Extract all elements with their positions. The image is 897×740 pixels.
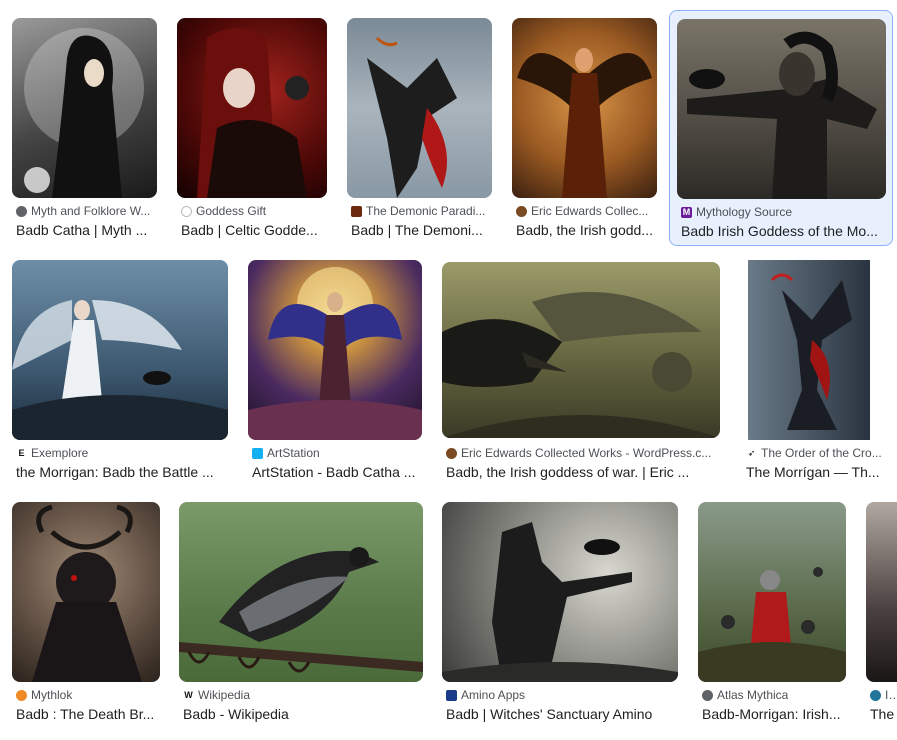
result-image[interactable] <box>248 260 422 440</box>
mythlok-icon <box>16 689 27 701</box>
result-title[interactable]: Badb | Celtic Godde... <box>181 222 326 238</box>
result-source[interactable]: Eric Edwards Collec... <box>531 204 648 218</box>
result-card[interactable]: Ire The <box>864 500 897 728</box>
result-card[interactable]: E Exemplore the Morrigan: Badb the Battl… <box>10 258 232 486</box>
globe-icon <box>16 205 27 217</box>
result-card[interactable]: ➶ The Order of the Cro... The Morrígan —… <box>740 258 890 486</box>
result-title[interactable]: Badb, the Irish goddess of war. | Eric .… <box>446 464 696 480</box>
result-title[interactable]: Badb | The Demoni... <box>351 222 491 238</box>
result-image[interactable] <box>12 260 228 440</box>
result-source[interactable]: Mythology Source <box>696 205 792 219</box>
result-title[interactable]: Badb Catha | Myth ... <box>16 222 156 238</box>
result-source[interactable]: Atlas Mythica <box>717 688 788 702</box>
result-card[interactable]: Myth and Folklore W... Badb Catha | Myth… <box>10 16 160 244</box>
result-image[interactable] <box>512 18 657 198</box>
result-card[interactable]: Atlas Mythica Badb-Morrigan: Irish... <box>696 500 851 728</box>
result-card[interactable]: Eric Edwards Collec... Badb, the Irish g… <box>510 16 660 244</box>
eric-edwards-icon <box>516 205 527 217</box>
result-title[interactable]: Badb Irish Goddess of the Mo... <box>681 223 886 239</box>
result-image[interactable] <box>698 502 846 682</box>
wordpress-icon <box>870 689 881 701</box>
goddess-gift-icon <box>181 205 192 217</box>
result-source[interactable]: The Order of the Cro... <box>761 446 882 460</box>
result-title[interactable]: Badb | Witches' Sanctuary Amino <box>446 706 676 722</box>
exemplore-icon: E <box>16 447 27 459</box>
result-image[interactable] <box>442 502 678 682</box>
result-card[interactable]: ArtStation ArtStation - Badb Catha ... <box>246 258 426 486</box>
result-card[interactable]: Mythlok Badb : The Death Br... <box>10 500 165 728</box>
result-source[interactable]: Myth and Folklore W... <box>31 204 150 218</box>
result-card[interactable]: M Mythology Source Badb Irish Goddess of… <box>669 10 893 246</box>
result-image[interactable] <box>866 502 897 682</box>
crow-icon: ➶ <box>747 447 756 458</box>
wikipedia-icon: W <box>183 689 194 701</box>
result-image[interactable] <box>677 19 886 199</box>
mythology-source-icon: M <box>681 206 692 218</box>
result-image[interactable] <box>12 18 157 198</box>
result-source[interactable]: Eric Edwards Collected Works - WordPress… <box>461 446 711 460</box>
result-source[interactable]: Goddess Gift <box>196 204 266 218</box>
result-title[interactable]: the Morrigan: Badb the Battle ... <box>16 464 226 480</box>
globe-icon <box>702 689 713 701</box>
eric-edwards-icon <box>446 447 457 459</box>
result-image[interactable] <box>442 262 720 438</box>
result-title[interactable]: Badb-Morrigan: Irish... <box>702 706 842 722</box>
result-title[interactable]: ArtStation - Badb Catha ... <box>252 464 422 480</box>
result-image[interactable] <box>742 260 884 440</box>
result-source[interactable]: Amino Apps <box>461 688 525 702</box>
result-source[interactable]: The Demonic Paradi... <box>366 204 485 218</box>
artstation-icon <box>252 447 263 459</box>
result-title[interactable]: Badb, the Irish godd... <box>516 222 656 238</box>
result-card[interactable]: Eric Edwards Collected Works - WordPress… <box>440 258 725 486</box>
result-source[interactable]: Ire <box>885 688 897 702</box>
result-title[interactable]: Badb - Wikipedia <box>183 706 421 722</box>
result-card[interactable]: Goddess Gift Badb | Celtic Godde... <box>175 16 330 244</box>
result-image[interactable] <box>177 18 327 198</box>
result-source[interactable]: ArtStation <box>267 446 320 460</box>
result-card[interactable]: W Wikipedia Badb - Wikipedia <box>177 500 427 728</box>
result-card[interactable]: The Demonic Paradi... Badb | The Demoni.… <box>345 16 495 244</box>
result-image[interactable] <box>179 502 423 682</box>
result-source[interactable]: Exemplore <box>31 446 88 460</box>
result-title[interactable]: The Morrígan — Th... <box>746 464 881 480</box>
result-image[interactable] <box>12 502 160 682</box>
result-source[interactable]: Wikipedia <box>198 688 250 702</box>
result-image[interactable] <box>347 18 492 198</box>
amino-icon <box>446 689 457 701</box>
result-title[interactable]: The <box>870 706 897 722</box>
result-card[interactable]: Amino Apps Badb | Witches' Sanctuary Ami… <box>440 500 682 728</box>
result-source[interactable]: Mythlok <box>31 688 72 702</box>
demonic-paradise-icon <box>351 205 362 217</box>
result-title[interactable]: Badb : The Death Br... <box>16 706 156 722</box>
